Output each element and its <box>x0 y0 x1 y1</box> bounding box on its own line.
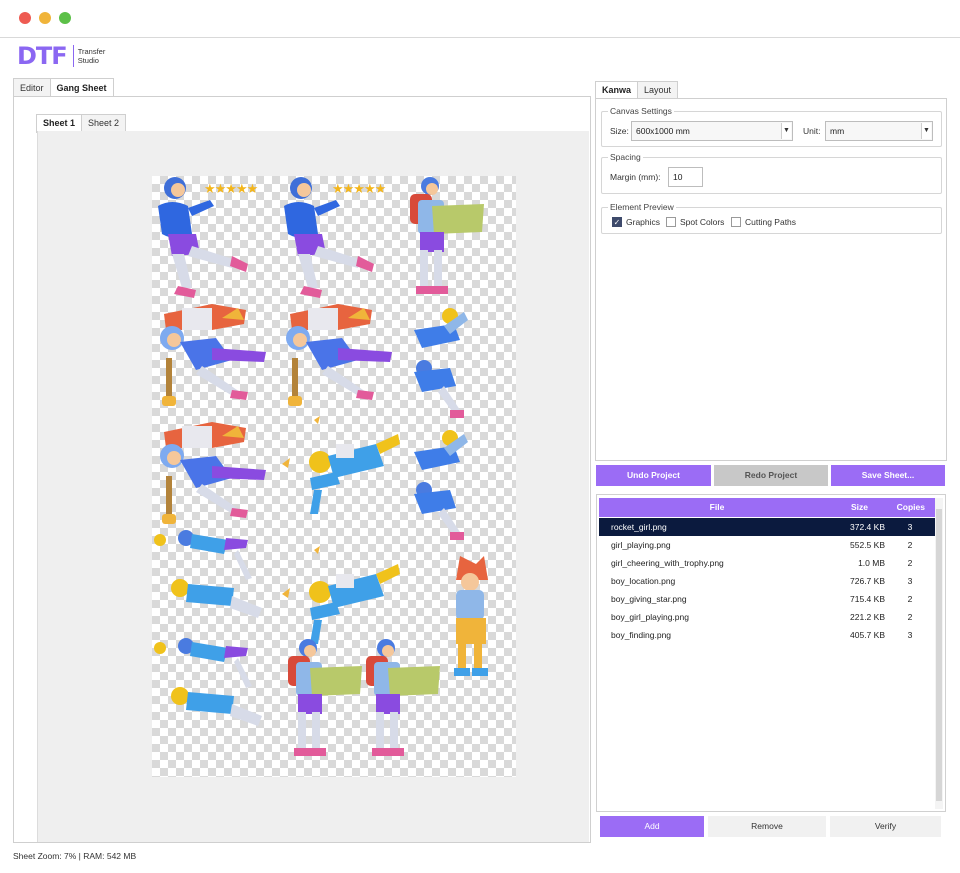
file-name: girl_playing.png <box>611 540 671 550</box>
file-name: boy_finding.png <box>611 630 672 640</box>
boy-location-graphic[interactable] <box>404 176 486 301</box>
element-preview-title: Element Preview <box>608 202 676 212</box>
tab-layout[interactable]: Layout <box>637 81 679 99</box>
girl-playing-graphic[interactable] <box>404 428 474 548</box>
boy-location-graphic[interactable] <box>282 638 364 763</box>
logo-divider <box>72 45 74 67</box>
file-name: girl_cheering_with_trophy.png <box>611 558 724 568</box>
boy-girl-playing-graphic[interactable] <box>152 636 270 731</box>
redo-project-button[interactable]: Redo Project <box>714 465 828 486</box>
file-copies: 2 <box>907 558 913 568</box>
file-list-row[interactable]: boy_location.png 726.7 KB 3 <box>599 572 935 590</box>
boy-girl-playing-graphic[interactable] <box>152 528 270 623</box>
rocket-girl-graphic[interactable] <box>278 300 400 410</box>
file-copies: 3 <box>907 630 913 640</box>
status-bar: Sheet Zoom: 7% | RAM: 542 MB <box>13 851 137 861</box>
file-list-row[interactable]: boy_finding.png 405.7 KB 3 <box>599 626 935 644</box>
file-list-scrollbar-thumb[interactable] <box>936 509 942 801</box>
file-size: 552.5 KB <box>850 540 885 550</box>
boy-giving-star-graphic[interactable] <box>278 176 388 301</box>
size-column-header[interactable]: Size <box>851 498 868 517</box>
tab-sheet-2[interactable]: Sheet 2 <box>81 114 127 132</box>
file-list-row[interactable]: rocket_girl.png 372.4 KB 3 <box>599 518 935 536</box>
main-tabs: Editor Gang Sheet <box>13 78 114 98</box>
file-copies: 3 <box>907 576 913 586</box>
settings-panel: Canvas Settings Spacing Element Preview <box>595 98 947 461</box>
file-size: 726.7 KB <box>850 576 885 586</box>
copies-column-header[interactable]: Copies <box>897 498 925 517</box>
chevron-down-icon[interactable]: ▼ <box>781 123 791 139</box>
file-list-row[interactable]: girl_playing.png 552.5 KB 2 <box>599 536 935 554</box>
file-name: boy_location.png <box>611 576 676 586</box>
unit-label: Unit: <box>803 126 821 136</box>
margin-label: Margin (mm): <box>610 172 661 182</box>
file-copies: 2 <box>907 594 913 604</box>
spot-colors-checkbox[interactable] <box>666 217 676 227</box>
file-list-row[interactable]: boy_giving_star.png 715.4 KB 2 <box>599 590 935 608</box>
file-name: boy_girl_playing.png <box>611 612 689 622</box>
add-button[interactable]: Add <box>600 816 704 837</box>
gang-sheet-canvas[interactable]: ★★★★★ ★★★★★ <box>152 176 516 777</box>
file-list-row[interactable]: boy_girl_playing.png 221.2 KB 2 <box>599 608 935 626</box>
boy-finding-graphic[interactable] <box>280 544 405 649</box>
undo-project-button[interactable]: Undo Project <box>596 465 711 486</box>
boy-finding-graphic[interactable] <box>280 414 405 519</box>
canvas-settings-title: Canvas Settings <box>608 106 674 116</box>
size-select-value: 600x1000 mm <box>636 126 690 136</box>
tab-editor[interactable]: Editor <box>13 78 51 97</box>
chevron-down-icon[interactable]: ▼ <box>921 123 931 139</box>
file-copies: 2 <box>907 540 913 550</box>
file-size: 372.4 KB <box>850 522 885 532</box>
graphics-checkbox[interactable]: ✓ <box>612 217 622 227</box>
graphics-checkbox-label: Graphics <box>626 217 661 227</box>
sheet-tabs: Sheet 1 Sheet 2 <box>36 114 127 133</box>
rocket-girl-graphic[interactable] <box>152 418 274 528</box>
logo-subtitle: Transfer Studio <box>78 47 106 65</box>
size-select[interactable]: 600x1000 mm ▼ <box>631 121 793 141</box>
remove-button[interactable]: Remove <box>708 816 826 837</box>
margin-input[interactable]: 10 <box>668 167 703 187</box>
file-size: 221.2 KB <box>850 612 885 622</box>
spot-colors-checkbox-label: Spot Colors <box>680 217 725 227</box>
boy-location-graphic[interactable] <box>360 638 442 763</box>
size-label: Size: <box>610 126 629 136</box>
logo-mark: DTF <box>17 42 68 70</box>
file-size: 715.4 KB <box>850 594 885 604</box>
boy-giving-star-graphic[interactable] <box>152 176 262 301</box>
save-sheet-button[interactable]: Save Sheet... <box>831 465 945 486</box>
title-bar <box>0 0 960 38</box>
verify-button[interactable]: Verify <box>830 816 941 837</box>
girl-playing-graphic[interactable] <box>404 306 474 426</box>
file-list-header: File Size Copies <box>599 498 935 517</box>
file-size: 405.7 KB <box>850 630 885 640</box>
file-size: 1.0 MB <box>858 558 885 568</box>
unit-select-value: mm <box>830 126 845 136</box>
maximize-window-button[interactable] <box>59 12 71 24</box>
minimize-window-button[interactable] <box>39 12 51 24</box>
tab-gang-sheet[interactable]: Gang Sheet <box>49 78 114 98</box>
close-window-button[interactable] <box>19 12 31 24</box>
girl-cheering-with-trophy-graphic[interactable] <box>442 554 504 679</box>
rocket-girl-graphic[interactable] <box>152 300 274 410</box>
spacing-title: Spacing <box>608 152 643 162</box>
file-name: rocket_girl.png <box>611 522 667 532</box>
logo-subtitle-line1: Transfer <box>77 47 106 56</box>
file-copies: 3 <box>907 522 913 532</box>
logo-subtitle-line2: Studio <box>77 56 99 65</box>
cutting-paths-checkbox[interactable] <box>731 217 741 227</box>
unit-select[interactable]: mm ▼ <box>825 121 933 141</box>
cutting-paths-checkbox-label: Cutting Paths <box>745 217 797 227</box>
settings-tabs: Kanwa Layout <box>595 81 679 100</box>
file-name: boy_giving_star.png <box>611 594 687 604</box>
file-column-header[interactable]: File <box>599 498 835 517</box>
file-copies: 2 <box>907 612 913 622</box>
app-logo: DTF Transfer Studio <box>17 44 105 68</box>
file-list-row[interactable]: girl_cheering_with_trophy.png 1.0 MB 2 <box>599 554 935 572</box>
